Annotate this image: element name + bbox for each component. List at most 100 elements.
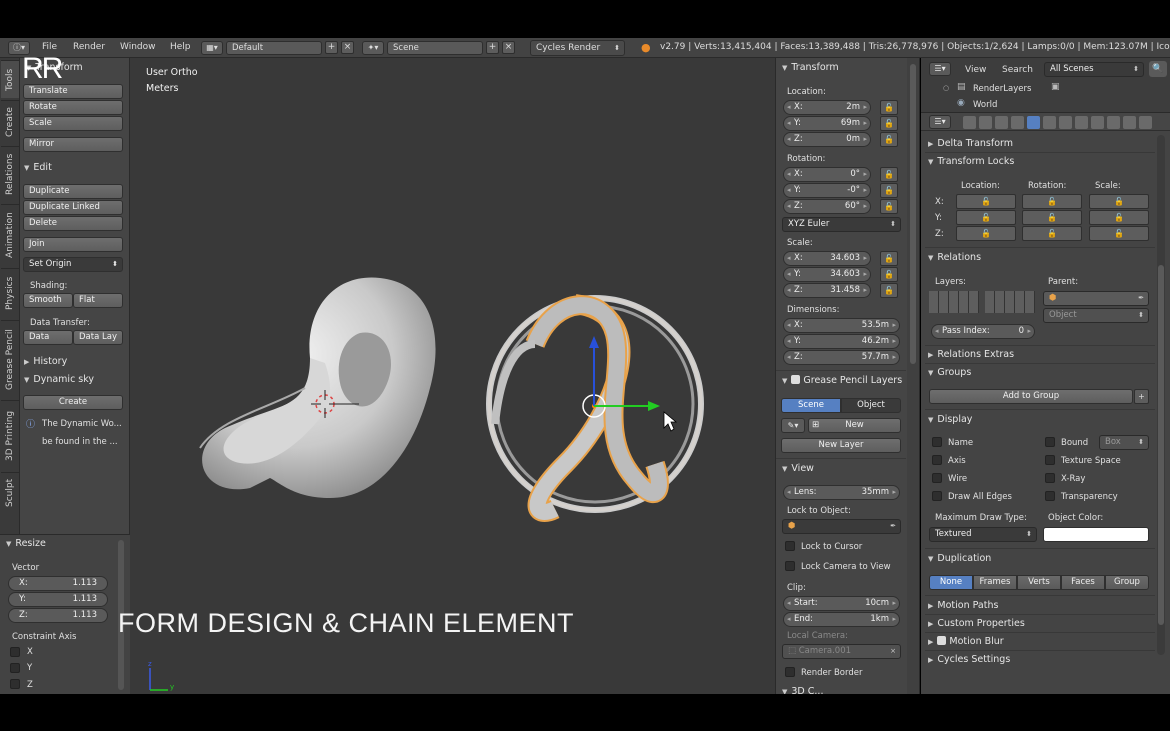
renderlayers-item[interactable]: RenderLayers bbox=[973, 84, 1031, 94]
dup-faces-tab[interactable]: Faces bbox=[1061, 575, 1105, 590]
parent-field[interactable]: ⬢ ✒ bbox=[1043, 291, 1149, 306]
n-transform-header[interactable]: ▼ Transform bbox=[782, 62, 839, 73]
menu-help[interactable]: Help bbox=[170, 42, 191, 52]
clip-end-field[interactable]: ◂ End: 1km ▸ bbox=[783, 612, 900, 627]
lock-location-x-icon[interactable]: 🔓 bbox=[956, 194, 1016, 209]
lock-location-y-icon[interactable]: 🔓 bbox=[956, 210, 1016, 225]
menu-window[interactable]: Window bbox=[120, 42, 156, 52]
duplication-header[interactable]: ▼ Duplication bbox=[928, 553, 991, 564]
delete-button[interactable]: Delete bbox=[23, 216, 123, 231]
checkbox-checked-icon[interactable] bbox=[791, 375, 801, 384]
tab-sculpt[interactable]: Sculpt bbox=[1, 472, 19, 512]
rotation-z-field[interactable]: ◂ Z: 60° ▸ bbox=[783, 199, 871, 214]
set-origin-select[interactable]: Set Origin ⬍ bbox=[23, 257, 123, 272]
lock-scale-z-icon[interactable]: 🔓 bbox=[1089, 226, 1149, 241]
properties-scrollbar[interactable] bbox=[1157, 135, 1165, 655]
new-layer-button[interactable]: New Layer bbox=[781, 438, 901, 453]
scale-x-field[interactable]: ◂ X: 34.603 ▸ bbox=[783, 251, 871, 266]
new-grease-button[interactable]: ⊞ New bbox=[808, 418, 901, 433]
scale-z-field[interactable]: ◂ Z: 31.458 ▸ bbox=[783, 283, 871, 298]
rotation-y-field[interactable]: ◂ Y: -0° ▸ bbox=[783, 183, 871, 198]
location-x-field[interactable]: ◂ X: 2m ▸ bbox=[783, 100, 871, 115]
name-checkbox[interactable] bbox=[932, 437, 942, 447]
scene-tab-icon[interactable] bbox=[995, 116, 1008, 129]
data-tab-icon[interactable] bbox=[1075, 116, 1088, 129]
groups-header[interactable]: ▼ Groups bbox=[928, 367, 971, 378]
transform-locks-header[interactable]: ▼ Transform Locks bbox=[928, 156, 1014, 167]
properties-editor-icon[interactable]: ☰▾ bbox=[929, 115, 951, 129]
lock-icon[interactable]: 🔓 bbox=[880, 132, 898, 147]
motion-blur-header[interactable]: ▶ Motion Blur bbox=[928, 636, 1004, 647]
sidebar-scrollbar[interactable] bbox=[907, 58, 920, 694]
lock-icon[interactable]: 🔓 bbox=[880, 100, 898, 115]
object-tab-icon[interactable] bbox=[1027, 116, 1040, 129]
scene-icon[interactable]: ✦▾ bbox=[362, 41, 384, 55]
edit-panel-header[interactable]: ▼ Edit bbox=[24, 162, 52, 173]
lock-object-field[interactable]: ⬢ ✒ bbox=[782, 519, 901, 534]
menu-render[interactable]: Render bbox=[73, 42, 105, 52]
lock-scale-x-icon[interactable]: 🔓 bbox=[1089, 194, 1149, 209]
wire-checkbox[interactable] bbox=[932, 473, 942, 483]
add-scene-button[interactable]: + bbox=[486, 41, 499, 54]
transparency-checkbox[interactable] bbox=[1045, 491, 1055, 501]
layers-grid-a[interactable] bbox=[929, 291, 979, 313]
dup-frames-tab[interactable]: Frames bbox=[973, 575, 1017, 590]
render-tab-icon[interactable] bbox=[963, 116, 976, 129]
tab-animation[interactable]: Animation bbox=[1, 204, 19, 266]
lock-icon[interactable]: 🔓 bbox=[880, 183, 898, 198]
close-scene-button[interactable]: × bbox=[502, 41, 515, 54]
checkbox-checked-icon[interactable] bbox=[937, 636, 947, 645]
view-panel-header[interactable]: ▼ View bbox=[782, 463, 814, 474]
bound-type-select[interactable]: Box ⬍ bbox=[1099, 435, 1149, 450]
constraints-tab-icon[interactable] bbox=[1043, 116, 1056, 129]
dimension-x-field[interactable]: ◂ X: 53.5m ▸ bbox=[783, 318, 900, 333]
lock-rotation-y-icon[interactable]: 🔓 bbox=[1022, 210, 1082, 225]
smooth-button[interactable]: Smooth bbox=[23, 293, 73, 308]
menu-file[interactable]: File bbox=[42, 42, 57, 52]
pencil-icon[interactable]: ✎▾ bbox=[781, 418, 805, 433]
scene-field[interactable]: Scene bbox=[387, 41, 483, 55]
lock-icon[interactable]: 🔓 bbox=[880, 267, 898, 282]
render-layers-tab-icon[interactable] bbox=[979, 116, 992, 129]
grease-scene-tab[interactable]: Scene bbox=[781, 398, 841, 413]
outliner-editor-icon[interactable]: ☰▾ bbox=[929, 62, 951, 76]
dup-none-tab[interactable]: None bbox=[929, 575, 973, 590]
pass-index-field[interactable]: ◂ Pass Index: 0 ▸ bbox=[931, 324, 1035, 339]
layout-icon[interactable]: ▦▾ bbox=[201, 41, 223, 55]
lock-rotation-x-icon[interactable]: 🔓 bbox=[1022, 194, 1082, 209]
curl-mesh[interactable] bbox=[199, 277, 436, 498]
flat-button[interactable]: Flat bbox=[73, 293, 123, 308]
render-border-checkbox[interactable] bbox=[785, 667, 795, 677]
texture-tab-icon[interactable] bbox=[1107, 116, 1120, 129]
tab-physics[interactable]: Physics bbox=[1, 268, 19, 318]
delta-transform-header[interactable]: ▶ Delta Transform bbox=[928, 138, 1013, 149]
3d-cursor-header[interactable]: ▼ 3D C... bbox=[782, 686, 823, 694]
add-layout-button[interactable]: + bbox=[325, 41, 338, 54]
tab-relations[interactable]: Relations bbox=[1, 146, 19, 202]
world-tab-icon[interactable] bbox=[1011, 116, 1024, 129]
layers-grid-b[interactable] bbox=[985, 291, 1035, 313]
display-mode-select[interactable]: All Scenes ⬍ bbox=[1044, 62, 1144, 77]
rotate-button[interactable]: Rotate bbox=[23, 100, 123, 115]
search-icon[interactable]: 🔍 bbox=[1149, 61, 1167, 77]
outliner-view-menu[interactable]: View bbox=[965, 65, 986, 75]
location-y-field[interactable]: ◂ Y: 69m ▸ bbox=[783, 116, 871, 131]
custom-properties-header[interactable]: ▶ Custom Properties bbox=[928, 618, 1025, 629]
draw-all-edges-checkbox[interactable] bbox=[932, 491, 942, 501]
mirror-button[interactable]: Mirror bbox=[23, 137, 123, 152]
max-draw-type-select[interactable]: Textured ⬍ bbox=[929, 527, 1037, 542]
tab-grease-pencil[interactable]: Grease Pencil bbox=[1, 320, 19, 398]
world-item[interactable]: World bbox=[973, 100, 997, 110]
constraint-z-checkbox[interactable] bbox=[10, 679, 20, 689]
eyedropper-icon[interactable]: ✒ bbox=[890, 520, 896, 533]
xray-checkbox[interactable] bbox=[1045, 473, 1055, 483]
resize-y-field[interactable]: Y: 1.113 bbox=[8, 592, 108, 607]
tab-create[interactable]: Create bbox=[1, 100, 19, 144]
lock-cursor-checkbox[interactable] bbox=[785, 541, 795, 551]
constraint-x-checkbox[interactable] bbox=[10, 647, 20, 657]
texture-space-checkbox[interactable] bbox=[1045, 455, 1055, 465]
rotation-mode-select[interactable]: XYZ Euler ⬍ bbox=[782, 217, 901, 232]
data-lay-button[interactable]: Data Lay bbox=[73, 330, 123, 345]
lock-icon[interactable]: 🔓 bbox=[880, 251, 898, 266]
dimension-y-field[interactable]: ◂ Y: 46.2m ▸ bbox=[783, 334, 900, 349]
